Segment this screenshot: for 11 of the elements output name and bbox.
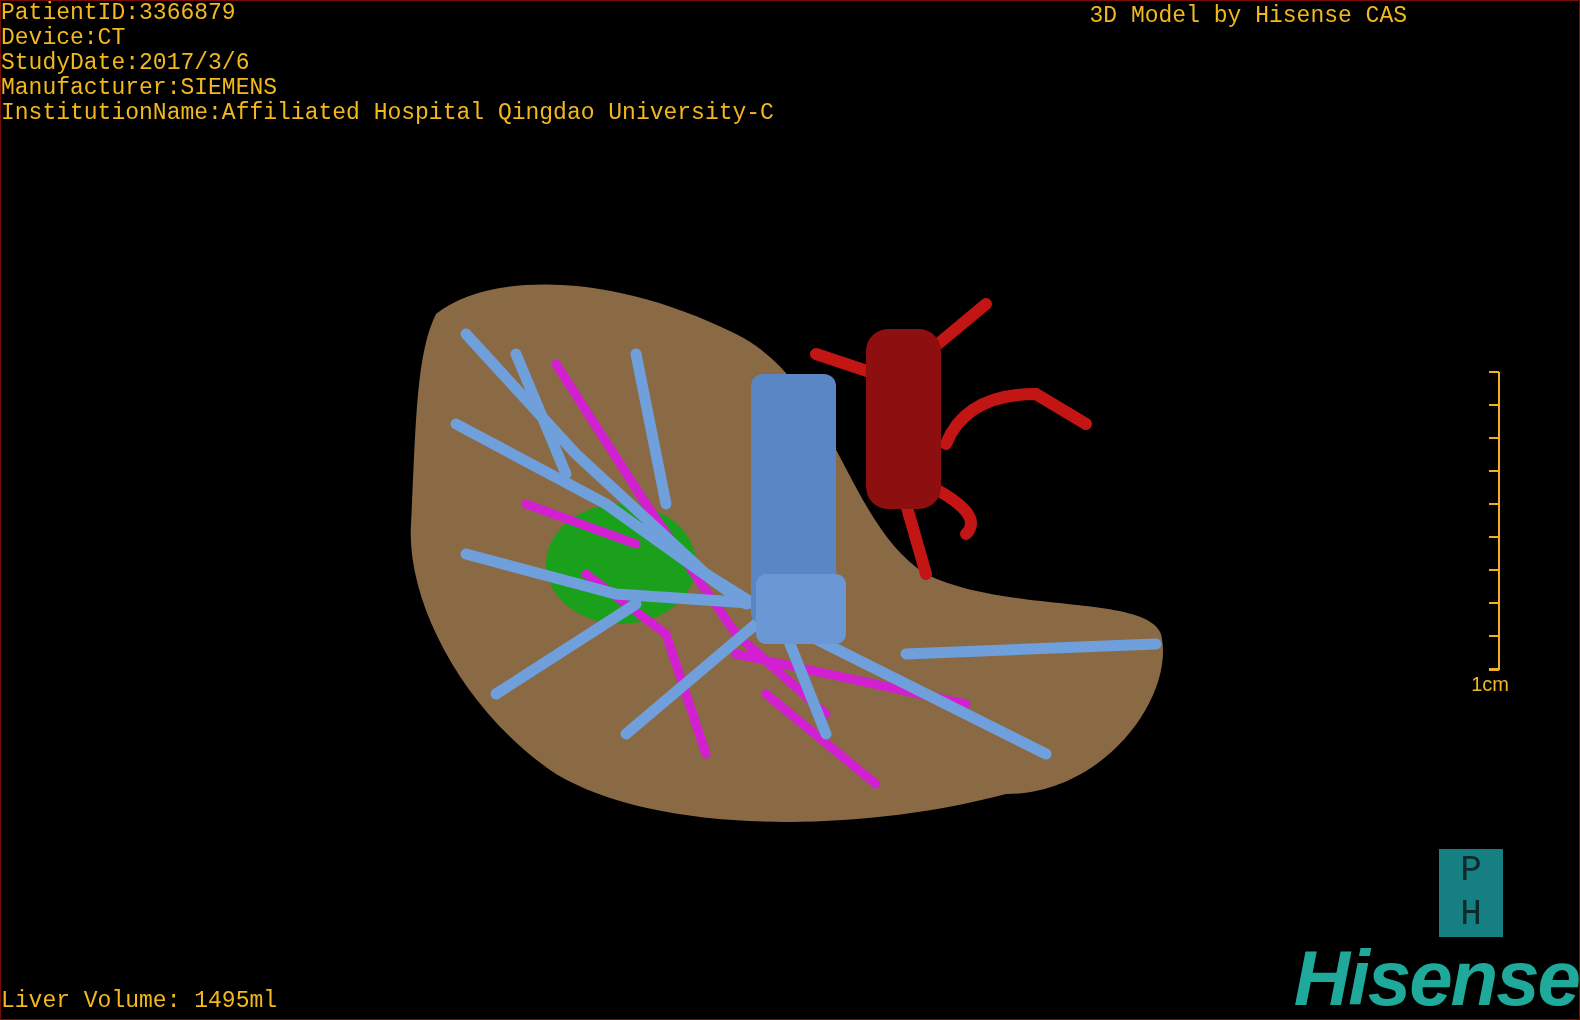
info-line: Device:CT — [1, 26, 127, 51]
scale-label: 1cm — [1471, 673, 1509, 696]
info-line: InstitutionName:Affiliated Hospital Qingdao University-C — [1, 101, 774, 126]
info-line: StudyDate:2017/3/6 — [1, 51, 251, 76]
logo-letter: H — [1460, 897, 1482, 933]
model-title: 3D Model by Hisense CAS — [1089, 4, 1407, 29]
logo-wordmark: Hisense — [1293, 943, 1579, 1013]
info-line: PatientID:3366879 — [1, 1, 237, 26]
volume-text: Liver Volume: 1495ml — [1, 989, 278, 1014]
info-line: Manufacturer:SIEMENS — [1, 76, 279, 101]
logo-letter: P — [1460, 853, 1482, 889]
